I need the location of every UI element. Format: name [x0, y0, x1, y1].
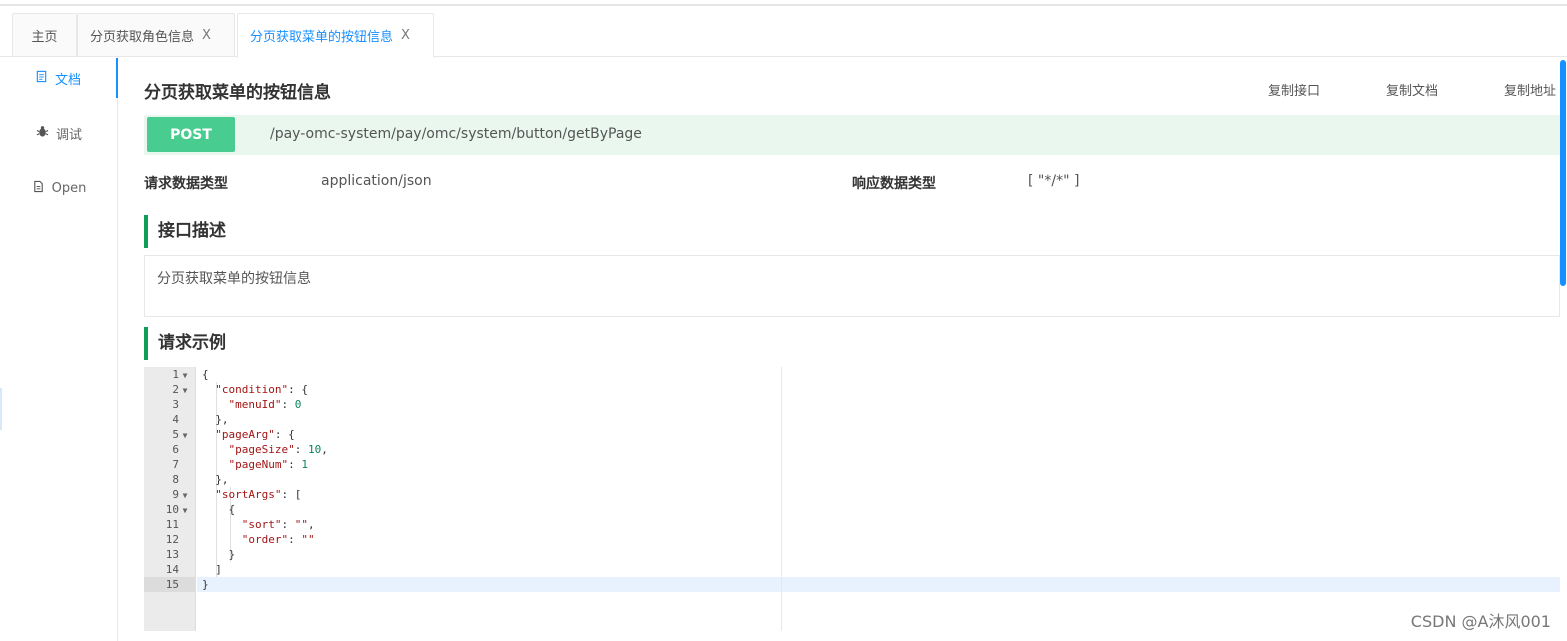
code-line: { [202, 503, 236, 516]
api-detail-panel: 分页获取菜单的按钮信息 复制接口 复制文档 复制地址 POST /pay-omc… [144, 57, 1560, 641]
sidebar-item-debug[interactable]: 调试 [0, 113, 118, 153]
tab-label: 分页获取角色信息 [90, 29, 195, 45]
code-line: ] [202, 563, 222, 576]
sidebar: 文档 调试 Open [0, 57, 118, 641]
line-number: 10 ▼ [144, 502, 194, 517]
copy-doc-button[interactable]: 复制文档 [1386, 80, 1438, 99]
code-line: } [202, 548, 236, 561]
tab-menu-button-info[interactable]: 分页获取菜单的按钮信息 X [237, 13, 434, 58]
request-type-value: application/json [321, 173, 432, 189]
action-links: 复制接口 复制文档 复制地址 [1268, 80, 1556, 99]
line-number-text: 2 [172, 383, 179, 396]
line-number-text: 11 [165, 518, 179, 531]
sidebar-item-label: 文档 [54, 72, 81, 88]
sidebar-item-label: 调试 [55, 127, 82, 143]
line-number: 2 ▼ [144, 382, 194, 397]
endpoint-bar: POST /pay-omc-system/pay/omc/system/butt… [144, 115, 1560, 155]
line-number: 4 [144, 412, 194, 427]
code-line: } [202, 578, 209, 591]
tab-label: 主页 [31, 29, 58, 45]
code-line: "sortArgs": [ [215, 488, 302, 501]
tab-label: 分页获取菜单的按钮信息 [250, 30, 394, 45]
line-number: 14 [144, 562, 194, 577]
line-number: 6 [144, 442, 194, 457]
line-number: 9 ▼ [144, 487, 194, 502]
line-number-text: 12 [165, 533, 179, 546]
description-box: 分页获取菜单的按钮信息 [144, 255, 1560, 317]
fold-arrow-icon[interactable]: ▼ [180, 368, 190, 383]
code-line: "sort": "", [241, 518, 315, 531]
fold-arrow-icon[interactable]: ▼ [180, 503, 190, 518]
line-number: 3 [144, 397, 194, 412]
line-number-text: 4 [172, 413, 179, 426]
response-type-label: 响应数据类型 [852, 176, 936, 192]
fold-arrow-icon[interactable]: ▼ [180, 428, 190, 443]
line-number: 7 [144, 457, 194, 472]
line-number-text: 7 [172, 458, 179, 471]
endpoint-path: /pay-omc-system/pay/omc/system/button/ge… [270, 126, 642, 142]
code-editor[interactable]: 1 ▼ 2 ▼ 3 4 5 ▼ 6 7 8 9 ▼ 10 ▼ 11 12 13 14 15 { "condition"… [144, 367, 1560, 631]
sidebar-item-open[interactable]: Open [0, 168, 118, 208]
line-number-text: 9 [172, 488, 179, 501]
tab-home[interactable]: 主页 [12, 13, 77, 57]
document-icon [35, 70, 48, 87]
tab-bar: 主页 分页获取角色信息 X 分页获取菜单的按钮信息 X [0, 12, 1567, 58]
code-line: "order": "" [241, 533, 315, 546]
line-number: 12 [144, 532, 194, 547]
watermark: CSDN @A沐风001 [1410, 612, 1551, 631]
code-line: "pageSize": 10, [228, 443, 328, 456]
scrollbar-thumb[interactable] [1560, 60, 1566, 286]
line-number: 11 [144, 517, 194, 532]
bug-icon [36, 125, 49, 142]
code-line: "condition": { [215, 383, 308, 396]
copy-address-button[interactable]: 复制地址 [1504, 80, 1556, 99]
response-type-value: [ "*/*" ] [1028, 173, 1080, 189]
tab-role-info[interactable]: 分页获取角色信息 X [77, 13, 235, 57]
line-number: 13 [144, 547, 194, 562]
close-icon[interactable]: X [401, 28, 410, 43]
code-line: { [202, 368, 209, 381]
print-margin [781, 367, 782, 631]
page-title: 分页获取菜单的按钮信息 [144, 83, 331, 103]
method-badge: POST [147, 117, 235, 152]
code-line: }, [202, 413, 229, 426]
line-number-text: 15 [165, 578, 179, 591]
line-number-text: 5 [172, 428, 179, 441]
left-edge-marker [0, 388, 2, 430]
request-type-label: 请求数据类型 [144, 176, 228, 192]
file-icon [32, 180, 45, 197]
line-number: 8 [144, 472, 194, 487]
fold-arrow-icon[interactable]: ▼ [180, 488, 190, 503]
line-number-text: 3 [172, 398, 179, 411]
line-number-text: 8 [172, 473, 179, 486]
line-number-text: 10 [165, 503, 179, 516]
line-number-text: 1 [172, 368, 179, 381]
top-divider [0, 4, 1567, 6]
code-line: "pageNum": 1 [228, 458, 308, 471]
fold-arrow-icon[interactable]: ▼ [180, 383, 190, 398]
code-line: "pageArg": { [215, 428, 295, 441]
line-number: 5 ▼ [144, 427, 194, 442]
section-title-example: 请求示例 [144, 327, 226, 360]
description-text: 分页获取菜单的按钮信息 [157, 271, 311, 287]
line-number: 1 ▼ [144, 367, 194, 382]
code-line: }, [202, 473, 229, 486]
sidebar-item-label: Open [51, 180, 87, 196]
close-icon[interactable]: X [202, 28, 211, 43]
line-number-text: 13 [165, 548, 179, 561]
copy-api-button[interactable]: 复制接口 [1268, 80, 1320, 99]
active-line-highlight [197, 577, 1560, 592]
code-line: "menuId": 0 [228, 398, 302, 411]
section-title-description: 接口描述 [144, 215, 226, 248]
line-number-text: 14 [165, 563, 179, 576]
line-number-text: 6 [172, 443, 179, 456]
line-number: 15 [144, 577, 194, 592]
sidebar-item-docs[interactable]: 文档 [0, 58, 118, 98]
